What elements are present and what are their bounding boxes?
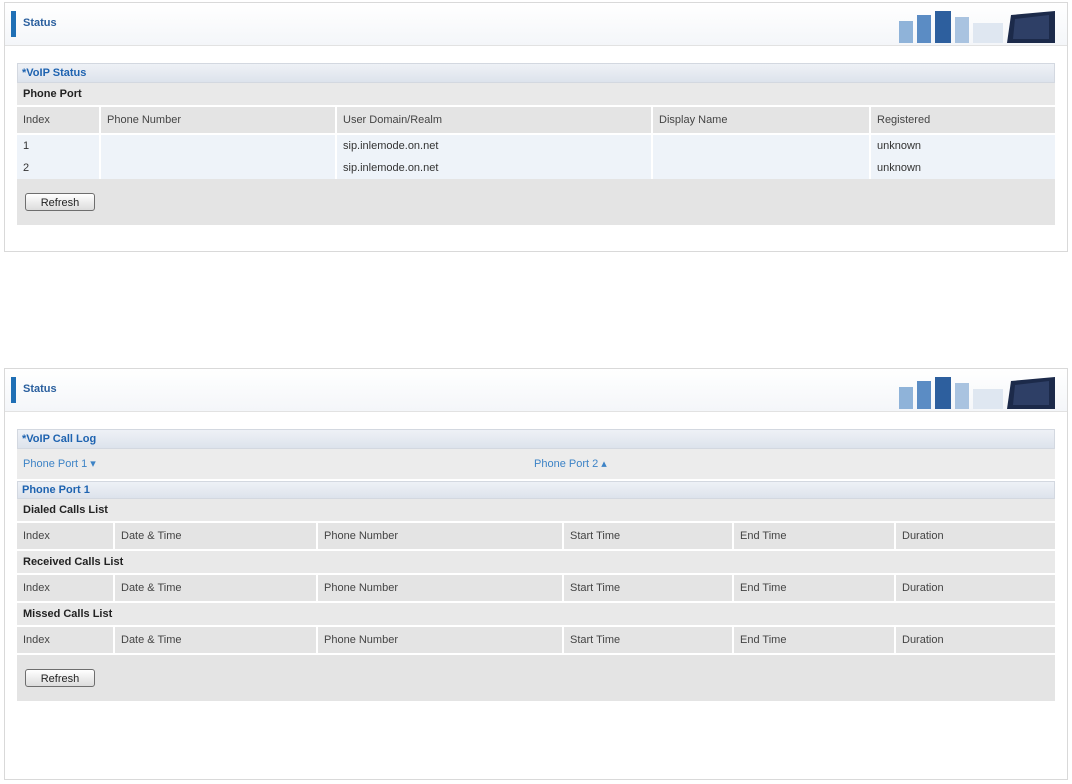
user-domain-cell: sip.inlemode.on.net — [337, 157, 653, 179]
received-calls-table: Index Date & Time Phone Number Start Tim… — [17, 575, 1055, 603]
registered-cell: unknown — [871, 135, 1055, 157]
column-header: Index — [17, 627, 115, 655]
column-header: Date & Time — [115, 523, 318, 551]
refresh-button[interactable]: Refresh — [25, 193, 95, 211]
table-row: 2 sip.inlemode.on.net unknown — [17, 157, 1055, 179]
registered-cell: unknown — [871, 157, 1055, 179]
column-header: Phone Number — [318, 523, 564, 551]
phone-port-links: Phone Port 1 ▾ Phone Port 2 ▴ — [17, 449, 1055, 481]
phone-port-table: Index Phone Number User Domain/Realm Dis… — [17, 107, 1055, 179]
section-title: *VoIP Call Log — [17, 429, 1055, 449]
display-name-cell — [653, 157, 871, 179]
dialed-calls-heading: Dialed Calls List — [17, 499, 1055, 523]
user-domain-cell: sip.inlemode.on.net — [337, 135, 653, 157]
page-title: Status — [23, 383, 57, 395]
column-header: End Time — [734, 523, 896, 551]
panel-header: Status — [5, 3, 1067, 46]
column-header: Start Time — [564, 627, 734, 655]
table-header-row: Index Phone Number User Domain/Realm Dis… — [17, 107, 1055, 135]
phone-port-1-link[interactable]: Phone Port 1 ▾ — [23, 458, 96, 470]
column-header: End Time — [734, 627, 896, 655]
table-header-row: Index Date & Time Phone Number Start Tim… — [17, 523, 1055, 551]
column-header: Index — [17, 575, 115, 603]
column-header: Date & Time — [115, 627, 318, 655]
table-header-row: Index Date & Time Phone Number Start Tim… — [17, 627, 1055, 655]
dialed-calls-table: Index Date & Time Phone Number Start Tim… — [17, 523, 1055, 551]
phone-number-cell — [101, 157, 337, 179]
button-row: Refresh — [17, 655, 1055, 701]
voip-status-panel: Status *VoIP Status Phone Port Index Pho… — [4, 2, 1068, 252]
header-accent-bar — [11, 377, 16, 403]
page-title: Status — [23, 17, 57, 29]
column-header: Phone Number — [318, 627, 564, 655]
column-header: Duration — [896, 575, 1055, 603]
section-title: *VoIP Status — [17, 63, 1055, 83]
table-row: 1 sip.inlemode.on.net unknown — [17, 135, 1055, 157]
phone-number-cell — [101, 135, 337, 157]
column-header: Date & Time — [115, 575, 318, 603]
column-header: Phone Number — [101, 107, 337, 135]
phone-port-2-link[interactable]: Phone Port 2 ▴ — [534, 458, 607, 470]
column-header: Duration — [896, 523, 1055, 551]
column-header: Start Time — [564, 575, 734, 603]
brand-logo-icon — [899, 375, 1059, 409]
panel-header: Status — [5, 369, 1067, 412]
header-accent-bar — [11, 11, 16, 37]
missed-calls-table: Index Date & Time Phone Number Start Tim… — [17, 627, 1055, 655]
column-header: End Time — [734, 575, 896, 603]
column-header: Duration — [896, 627, 1055, 655]
column-header: Start Time — [564, 523, 734, 551]
missed-calls-heading: Missed Calls List — [17, 603, 1055, 627]
column-header: Index — [17, 523, 115, 551]
index-cell: 1 — [17, 135, 101, 157]
column-header: User Domain/Realm — [337, 107, 653, 135]
refresh-button[interactable]: Refresh — [25, 669, 95, 687]
display-name-cell — [653, 135, 871, 157]
table-header-row: Index Date & Time Phone Number Start Tim… — [17, 575, 1055, 603]
index-cell: 2 — [17, 157, 101, 179]
voip-call-log-panel: Status *VoIP Call Log Phone Port 1 ▾ Pho… — [4, 368, 1068, 780]
received-calls-heading: Received Calls List — [17, 551, 1055, 575]
phone-port-heading: Phone Port — [17, 83, 1055, 107]
column-header: Phone Number — [318, 575, 564, 603]
column-header: Index — [17, 107, 101, 135]
phone-port-title: Phone Port 1 — [17, 481, 1055, 499]
column-header: Registered — [871, 107, 1055, 135]
column-header: Display Name — [653, 107, 871, 135]
brand-logo-icon — [899, 9, 1059, 43]
button-row: Refresh — [17, 179, 1055, 225]
